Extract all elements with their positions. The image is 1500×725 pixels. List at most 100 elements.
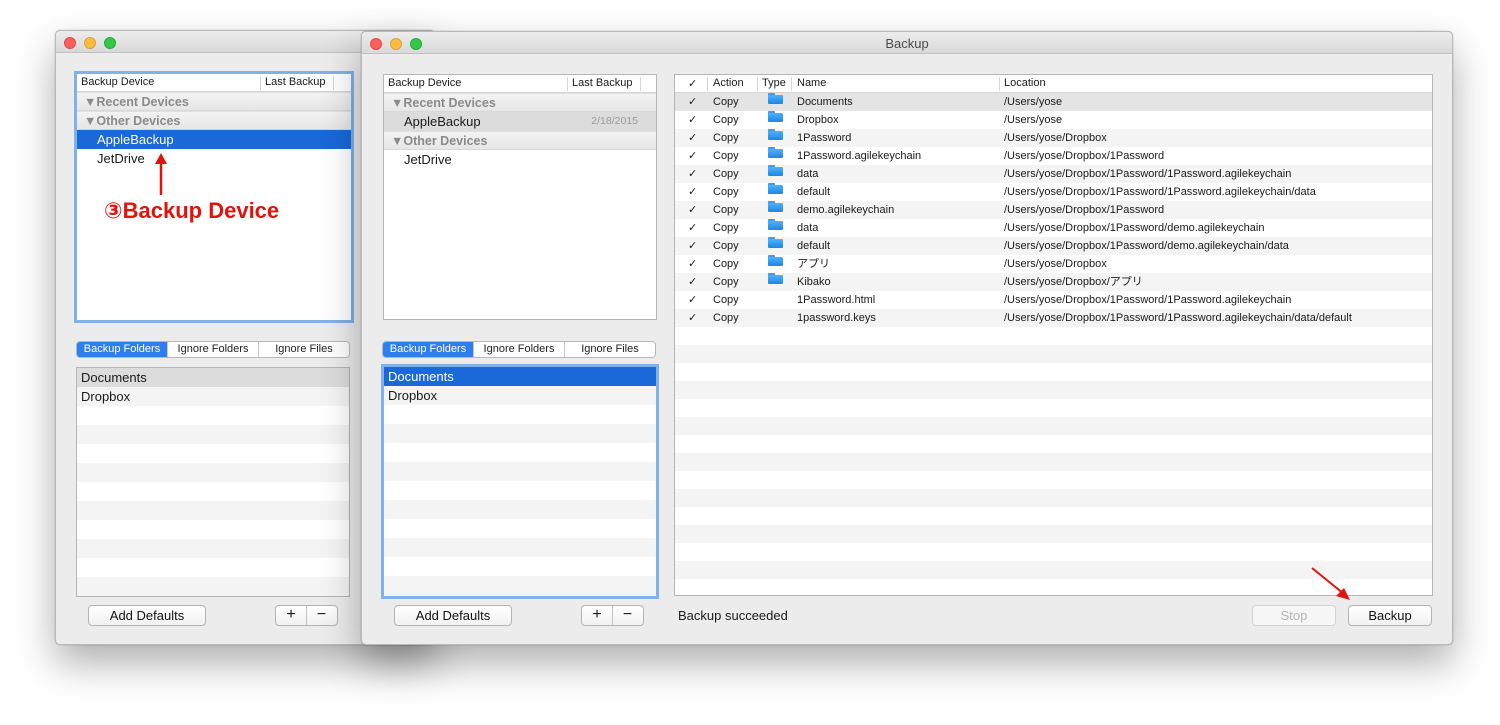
- row-checkbox[interactable]: ✓: [688, 255, 697, 273]
- list-item[interactable]: Dropbox: [384, 386, 656, 405]
- device-applebackup[interactable]: AppleBackup: [77, 130, 351, 149]
- window-title: Backup: [885, 36, 929, 51]
- remove-button[interactable]: −: [612, 606, 642, 625]
- row-checkbox[interactable]: ✓: [688, 129, 697, 147]
- table-row[interactable]: ✓ Copy 1Password.html/Users/yose/Dropbox/1…: [675, 291, 1432, 309]
- group-other-devices[interactable]: ▼Other Devices: [77, 111, 351, 130]
- table-row[interactable]: ✓ Copy demo.agilekeychain/Users/yose/Dropb…: [675, 201, 1432, 219]
- row-checkbox[interactable]: ✓: [688, 201, 697, 219]
- remove-button[interactable]: −: [306, 606, 336, 625]
- device-applebackup[interactable]: AppleBackup 2/18/2015: [384, 112, 656, 131]
- folder-icon: [768, 129, 783, 140]
- row-name: Dropbox: [797, 114, 839, 126]
- tab-ignore-files[interactable]: Ignore Files: [564, 342, 655, 357]
- row-checkbox[interactable]: ✓: [688, 147, 697, 165]
- col-backup-device[interactable]: Backup Device: [81, 76, 154, 88]
- device-jetdrive[interactable]: JetDrive: [77, 149, 351, 168]
- tab-ignore-files[interactable]: Ignore Files: [258, 342, 349, 357]
- zoom-icon[interactable]: [104, 37, 116, 49]
- col-last-backup[interactable]: Last Backup: [572, 77, 633, 89]
- group-recent-devices[interactable]: ▼Recent Devices: [77, 92, 351, 111]
- row-checkbox[interactable]: ✓: [688, 93, 697, 111]
- annotation-arrow-up: [155, 153, 167, 195]
- tab-backup-folders[interactable]: Backup Folders: [77, 342, 167, 357]
- file-table[interactable]: ✓ Action Type Name Location ✓ Copy Documen…: [674, 74, 1433, 596]
- row-action: Copy: [713, 132, 739, 144]
- row-checkbox[interactable]: ✓: [688, 165, 697, 183]
- table-row[interactable]: ✓ Copy default/Users/yose/Dropbox/1Passwor…: [675, 183, 1432, 201]
- folder-list[interactable]: Documents Dropbox: [76, 367, 350, 597]
- stop-button[interactable]: Stop: [1252, 605, 1336, 626]
- table-row[interactable]: ✓ Copy data/Users/yose/Dropbox/1Password/1…: [675, 165, 1432, 183]
- add-defaults-button[interactable]: Add Defaults: [394, 605, 512, 626]
- col-type[interactable]: Type: [762, 77, 786, 89]
- row-location: /Users/yose: [1004, 96, 1063, 108]
- col-last-backup[interactable]: Last Backup: [265, 76, 326, 88]
- table-row[interactable]: ✓ Copy Kibako/Users/yose/Dropbox/アプリ: [675, 273, 1432, 291]
- row-checkbox[interactable]: ✓: [688, 183, 697, 201]
- add-button[interactable]: +: [276, 606, 306, 625]
- row-name: data: [797, 168, 819, 180]
- last-backup-date: 2/18/2015: [591, 115, 638, 127]
- backup-button[interactable]: Backup: [1348, 605, 1432, 626]
- close-icon[interactable]: [64, 37, 76, 49]
- row-location: /Users/yose/Dropbox: [1004, 258, 1107, 270]
- minimize-icon[interactable]: [84, 37, 96, 49]
- folder-icon: [768, 165, 783, 176]
- row-checkbox[interactable]: ✓: [688, 219, 697, 237]
- row-name: Documents: [797, 96, 853, 108]
- list-item[interactable]: Dropbox: [77, 387, 349, 406]
- device-table[interactable]: Backup Device Last Backup ▼Recent Device…: [74, 71, 354, 323]
- col-name[interactable]: Name: [797, 77, 826, 89]
- row-location: /Users/yose: [1004, 114, 1063, 126]
- table-row[interactable]: ✓ Copy Documents/Users/yose: [675, 93, 1432, 111]
- folder-icon: [768, 111, 783, 122]
- list-item[interactable]: Documents: [77, 368, 349, 387]
- col-backup-device[interactable]: Backup Device: [388, 77, 461, 89]
- tab-ignore-folders[interactable]: Ignore Folders: [473, 342, 564, 357]
- row-location: /Users/yose/Dropbox/1Password/demo.agile…: [1004, 240, 1289, 252]
- row-checkbox[interactable]: ✓: [688, 273, 697, 291]
- device-table-header: Backup Device Last Backup: [384, 75, 656, 93]
- folder-icon: [768, 201, 783, 212]
- folder-tabs: Backup Folders Ignore Folders Ignore Fil…: [382, 341, 656, 358]
- row-location: /Users/yose/Dropbox/1Password/1Password.…: [1004, 186, 1316, 198]
- tab-backup-folders[interactable]: Backup Folders: [383, 342, 473, 357]
- row-name: 1Password.html: [797, 294, 876, 306]
- table-row[interactable]: ✓ Copy 1Password/Users/yose/Dropbox: [675, 129, 1432, 147]
- row-action: Copy: [713, 150, 739, 162]
- add-defaults-button[interactable]: Add Defaults: [88, 605, 206, 626]
- add-remove-control: + −: [581, 605, 644, 626]
- row-location: /Users/yose/Dropbox/1Password/1Password.…: [1004, 294, 1292, 306]
- row-action: Copy: [713, 294, 739, 306]
- row-action: Copy: [713, 258, 739, 270]
- folder-list[interactable]: Documents Dropbox: [381, 364, 659, 599]
- folder-tabs: Backup Folders Ignore Folders Ignore Fil…: [76, 341, 350, 358]
- row-action: Copy: [713, 204, 739, 216]
- row-checkbox[interactable]: ✓: [688, 237, 697, 255]
- row-checkbox[interactable]: ✓: [688, 291, 697, 309]
- list-item[interactable]: Documents: [384, 367, 656, 386]
- table-row[interactable]: ✓ Copy アプリ/Users/yose/Dropbox: [675, 255, 1432, 273]
- group-recent-devices[interactable]: ▼Recent Devices: [384, 93, 656, 112]
- row-location: /Users/yose/Dropbox/アプリ: [1004, 276, 1143, 288]
- row-checkbox[interactable]: ✓: [688, 111, 697, 129]
- table-row[interactable]: ✓ Copy 1Password.agilekeychain/Users/yose/…: [675, 147, 1432, 165]
- device-table[interactable]: Backup Device Last Backup ▼Recent Device…: [383, 74, 657, 320]
- col-location[interactable]: Location: [1004, 77, 1046, 89]
- group-other-devices[interactable]: ▼Other Devices: [384, 131, 656, 150]
- table-row[interactable]: ✓ Copy default/Users/yose/Dropbox/1Passwor…: [675, 237, 1432, 255]
- tab-ignore-folders[interactable]: Ignore Folders: [167, 342, 258, 357]
- col-check[interactable]: ✓: [688, 77, 697, 90]
- row-action: Copy: [713, 222, 739, 234]
- add-button[interactable]: +: [582, 606, 612, 625]
- row-checkbox[interactable]: ✓: [688, 309, 697, 327]
- table-row[interactable]: ✓ Copy data/Users/yose/Dropbox/1Password/d…: [675, 219, 1432, 237]
- table-row[interactable]: ✓ Copy 1password.keys/Users/yose/Dropbox/1…: [675, 309, 1432, 327]
- folder-icon: [768, 183, 783, 194]
- table-row[interactable]: ✓ Copy Dropbox/Users/yose: [675, 111, 1432, 129]
- device-jetdrive[interactable]: JetDrive: [384, 150, 656, 169]
- status-text: Backup succeeded: [678, 608, 788, 623]
- col-action[interactable]: Action: [713, 77, 744, 89]
- row-name: Kibako: [797, 276, 831, 288]
